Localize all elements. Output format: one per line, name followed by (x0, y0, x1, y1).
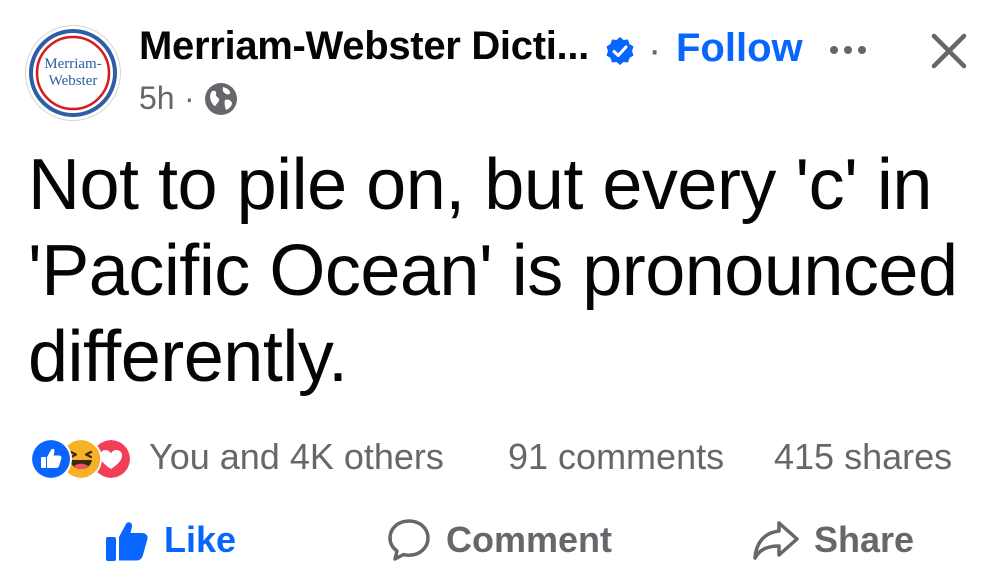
svg-text:Webster: Webster (49, 73, 98, 89)
comment-button[interactable]: Comment (386, 512, 612, 568)
share-arrow-icon (753, 521, 799, 560)
comment-label: Comment (446, 519, 613, 560)
page-avatar[interactable]: Merriam- Webster (26, 26, 120, 120)
comment-bubble-icon (388, 519, 430, 561)
reaction-summary[interactable]: You and 4K others (149, 436, 444, 478)
shares-count[interactable]: 415 shares (774, 436, 952, 478)
thumbs-up-icon (106, 522, 148, 561)
merriam-webster-logo: Merriam- Webster (27, 27, 119, 119)
follow-button[interactable]: Follow (676, 26, 803, 71)
like-reaction-icon (30, 438, 72, 480)
globe-icon[interactable] (204, 82, 238, 116)
post-text: Not to pile on, but every 'c' in 'Pacifi… (28, 145, 958, 397)
share-label: Share (814, 519, 915, 560)
header-separator: · (648, 28, 662, 72)
like-button[interactable]: Like (104, 512, 236, 568)
share-button[interactable]: Share (752, 512, 914, 568)
reaction-icons[interactable] (30, 438, 140, 480)
close-icon[interactable] (928, 30, 970, 72)
verified-badge-icon (606, 37, 634, 65)
timestamp-separator: · (184, 80, 195, 116)
svg-text:Merriam-: Merriam- (44, 56, 101, 72)
like-label: Like (164, 519, 237, 560)
page-name[interactable]: Merriam-Webster Dicti... (139, 24, 589, 69)
more-horizontal-icon[interactable] (826, 34, 870, 66)
post-timestamp[interactable]: 5h (139, 80, 175, 117)
comments-count[interactable]: 91 comments (508, 436, 724, 478)
